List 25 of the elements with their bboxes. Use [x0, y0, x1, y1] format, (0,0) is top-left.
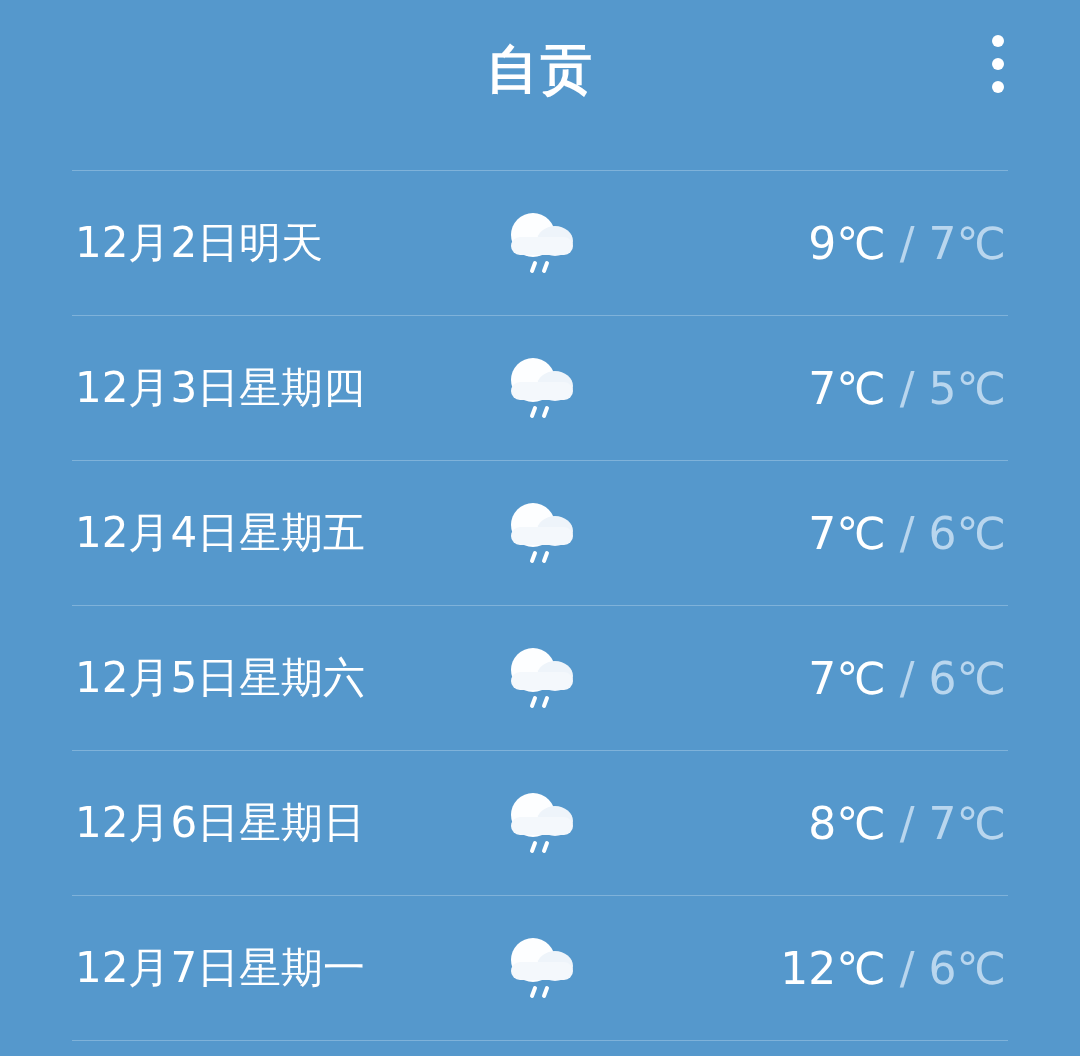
city-title: 自贡	[486, 38, 594, 101]
temperature-separator: /	[899, 652, 915, 704]
temperature-separator: /	[899, 217, 915, 269]
low-temperature: 6℃	[928, 942, 1006, 994]
high-temperature: 8℃	[808, 797, 886, 849]
low-temperature: 6℃	[928, 507, 1006, 559]
high-temperature: 7℃	[808, 362, 886, 414]
temperature-separator: /	[899, 942, 915, 994]
high-temperature: 12℃	[780, 942, 886, 994]
forecast-date: 12月7日星期一	[74, 942, 367, 994]
temperature-separator: /	[899, 797, 915, 849]
low-temperature: 5℃	[928, 362, 1006, 414]
forecast-date: 12月3日星期四	[74, 362, 367, 414]
high-temperature: 7℃	[808, 652, 886, 704]
high-temperature: 7℃	[808, 507, 886, 559]
low-temperature: 7℃	[928, 217, 1006, 269]
high-temperature: 9℃	[808, 217, 886, 269]
temperature-separator: /	[899, 362, 915, 414]
forecast-date: 12月6日星期日	[74, 797, 367, 849]
low-temperature: 6℃	[928, 652, 1006, 704]
low-temperature: 7℃	[928, 797, 1006, 849]
forecast-date: 12月4日星期五	[74, 507, 367, 559]
forecast-date: 12月5日星期六	[74, 652, 367, 704]
forecast-date: 12月2日明天	[74, 217, 325, 269]
temperature-separator: /	[899, 507, 915, 559]
